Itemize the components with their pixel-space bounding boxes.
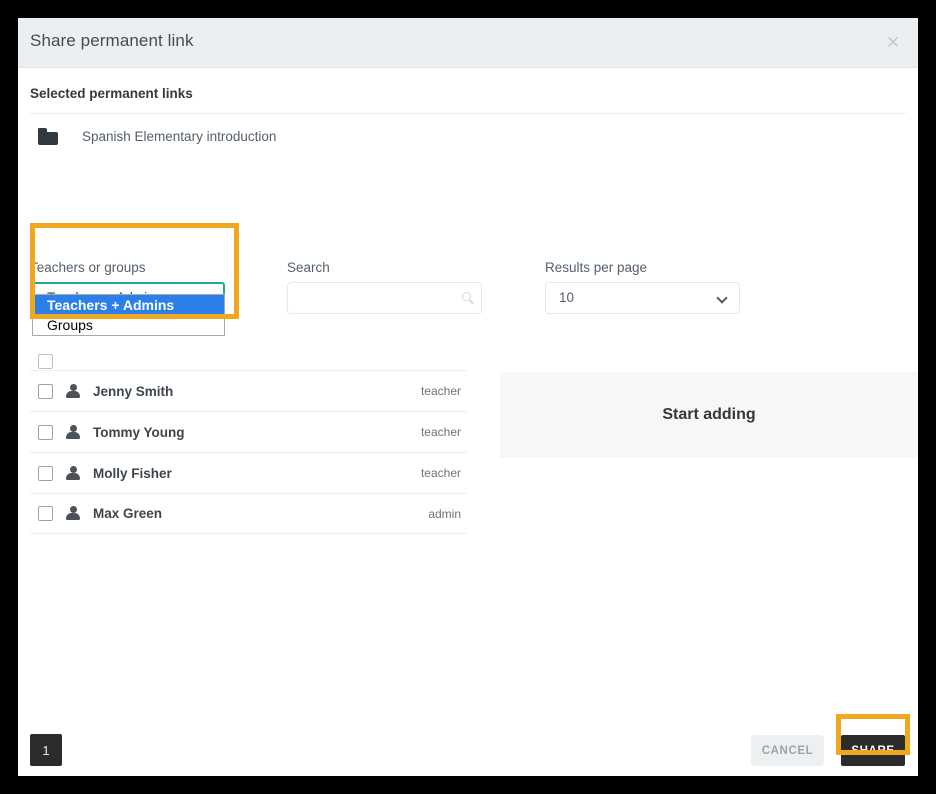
page-title: Share permanent link — [30, 31, 194, 50]
audience-option-list[interactable]: Teachers + Admins Groups — [32, 294, 225, 336]
selected-links-title: Selected permanent links — [30, 86, 193, 101]
pagination-page-1[interactable]: 1 — [30, 734, 62, 766]
selected-link-label: Spanish Elementary introduction — [82, 128, 277, 144]
search-control: Search — [287, 260, 482, 314]
person-name: Tommy Young — [93, 424, 185, 440]
audience-option-teachers-admins[interactable]: Teachers + Admins — [33, 295, 224, 315]
filter-controls: Teachers or groups Teachers + Admins Tea… — [30, 260, 906, 336]
user-icon — [66, 424, 80, 440]
table-row[interactable]: Jenny Smith teacher — [30, 370, 467, 411]
row-checkbox[interactable] — [38, 383, 53, 399]
close-icon[interactable]: ✕ — [882, 32, 904, 54]
audience-control: Teachers or groups Teachers + Admins Tea… — [30, 260, 225, 336]
share-dialog: Share permanent link ✕ Selected permanen… — [18, 18, 918, 776]
person-role: teacher — [420, 466, 461, 480]
people-list: Jenny Smith teacher Tommy Young teacher … — [30, 370, 467, 534]
dialog-header: Share permanent link ✕ — [18, 18, 918, 68]
dialog-body: Selected permanent links Spanish Element… — [18, 68, 918, 726]
person-role: teacher — [420, 384, 461, 398]
user-icon — [66, 383, 80, 399]
person-role: teacher — [420, 425, 461, 439]
audience-label: Teachers or groups — [30, 260, 146, 275]
selected-link-item: Spanish Elementary introduction — [30, 114, 906, 158]
row-checkbox[interactable] — [38, 506, 53, 521]
table-row[interactable]: Max Green admin — [30, 493, 467, 534]
audience-option-groups[interactable]: Groups — [33, 315, 224, 335]
row-checkbox[interactable] — [38, 424, 53, 440]
share-target-panel: Start adding — [500, 372, 918, 458]
table-row[interactable]: Tommy Young teacher — [30, 411, 467, 452]
select-all-row[interactable] — [38, 354, 218, 376]
share-button[interactable]: SHARE — [841, 735, 905, 766]
person-role: admin — [428, 506, 461, 521]
person-name: Molly Fisher — [93, 465, 172, 481]
user-icon — [66, 465, 80, 481]
chevron-down-icon — [716, 292, 728, 304]
results-per-page-select[interactable]: 10 — [545, 282, 740, 314]
cancel-button[interactable]: CANCEL — [751, 735, 824, 766]
row-checkbox[interactable] — [38, 465, 53, 481]
person-name: Jenny Smith — [93, 383, 174, 399]
results-per-page-control: Results per page 10 — [545, 260, 740, 314]
search-icon — [462, 292, 471, 301]
search-box[interactable] — [287, 282, 482, 314]
results-per-page-value: 10 — [559, 290, 575, 305]
results-per-page-label: Results per page — [545, 260, 648, 275]
user-icon — [66, 506, 80, 521]
share-target-empty-text: Start adding — [662, 406, 756, 423]
table-row[interactable]: Molly Fisher teacher — [30, 452, 467, 493]
dialog-footer: 1 CANCEL SHARE — [18, 726, 918, 776]
search-label: Search — [287, 260, 330, 275]
person-name: Max Green — [93, 506, 163, 521]
folder-icon — [38, 127, 60, 145]
search-input[interactable] — [288, 283, 448, 313]
select-all-checkbox[interactable] — [38, 354, 53, 369]
